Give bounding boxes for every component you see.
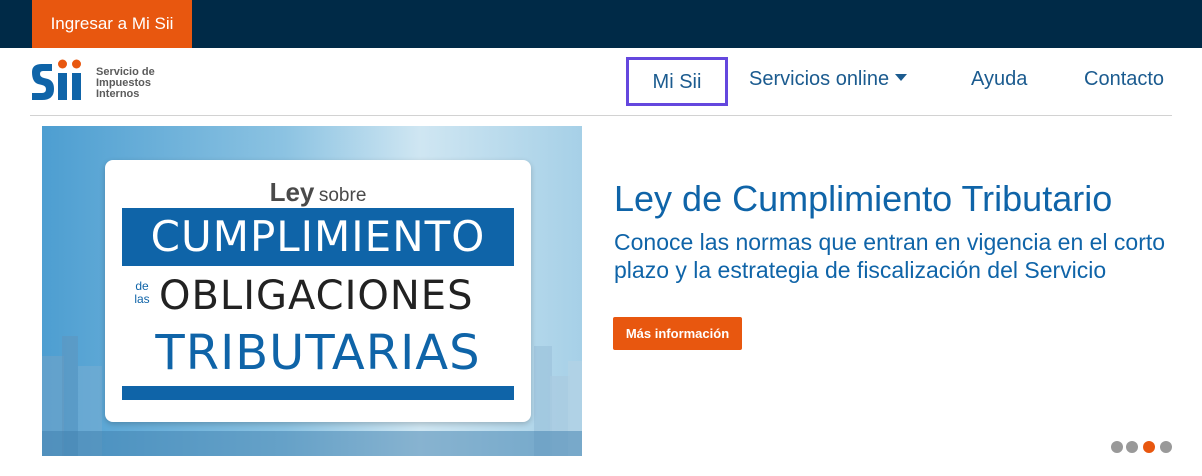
banner-image[interactable]: Ley sobre CUMPLIMIENTO de las OBLIGACION… [42,126,582,456]
nav-servicios-online[interactable]: Servicios online [749,57,908,106]
nav-ayuda[interactable]: Ayuda [971,57,1027,106]
hero-title: Ley de Cumplimiento Tributario [614,178,1113,219]
banner-las: las [134,292,150,306]
more-info-button[interactable]: Más información [613,317,742,350]
banner-card: Ley sobre CUMPLIMIENTO de las OBLIGACION… [105,160,531,422]
carousel-dot-2[interactable] [1126,441,1138,453]
sii-logo-mark [32,59,81,100]
logo-line-3: Internos [96,88,140,100]
banner-cumplimiento: CUMPLIMIENTO [122,208,514,266]
nav-mi-sii[interactable]: Mi Sii [626,57,728,106]
banner-tributarias: TRIBUTARIAS [155,325,481,381]
nav-contacto[interactable]: Contacto [1084,57,1164,106]
banner-obligaciones: OBLIGACIONES [159,273,474,319]
nav-servicios-online-label: Servicios online [749,68,890,90]
top-bar: Ingresar a Mi Sii [0,0,1202,48]
login-mi-sii-button[interactable]: Ingresar a Mi Sii [32,0,192,48]
banner-de-las: de las [131,280,153,306]
hero-description: Conoce las normas que entran en vigencia… [614,229,1166,283]
logo-text: Servicio de Impuestos Internos [96,67,176,100]
banner-ley-sobre: Ley sobre [105,177,531,208]
carousel-dot-1[interactable] [1111,441,1123,453]
carousel-dot-3[interactable] [1143,441,1155,453]
caret-down-icon [895,74,908,81]
sii-logo[interactable]: Servicio de Impuestos Internos [30,56,170,108]
banner-ley: Ley [269,177,315,207]
carousel-dot-4[interactable] [1160,441,1172,453]
banner-card-bar [122,386,514,400]
banner-sobre: sobre [318,185,367,206]
main-navbar: Servicio de Impuestos Internos Mi Sii Se… [30,48,1172,116]
